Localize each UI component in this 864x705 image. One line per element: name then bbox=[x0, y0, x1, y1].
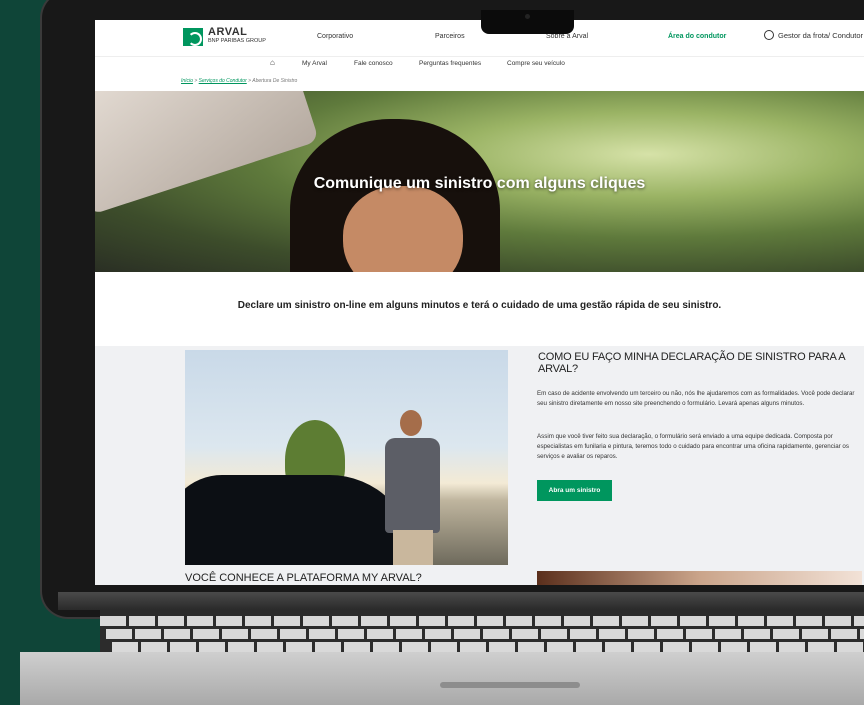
breadcrumb-current: Abertura De Sinistro bbox=[252, 78, 298, 84]
hero-woman-face bbox=[343, 186, 463, 272]
my-arval-title: VOCÊ CONHECE A PLATAFORMA MY ARVAL? bbox=[185, 572, 422, 584]
laptop-palmrest bbox=[20, 652, 864, 705]
bottom-image bbox=[537, 571, 862, 585]
nav-sobre-arval[interactable]: Sobre a Arval bbox=[546, 33, 588, 40]
laptop-screen: ARVAL BNP PARIBAS GROUP Corporativo Parc… bbox=[95, 20, 864, 585]
home-icon[interactable]: ⌂ bbox=[270, 58, 275, 67]
photo-car bbox=[185, 475, 415, 565]
nav-corporativo[interactable]: Corporativo bbox=[317, 33, 353, 40]
bnp-logo-icon bbox=[183, 28, 203, 46]
subnav-perguntas[interactable]: Perguntas frequentes bbox=[419, 60, 481, 67]
man-with-phone-photo bbox=[185, 350, 508, 565]
site-header: ARVAL BNP PARIBAS GROUP Corporativo Parc… bbox=[95, 20, 864, 57]
hero-banner: Comunique um sinistro com alguns cliques bbox=[95, 91, 864, 272]
subnav-fale-conosco[interactable]: Fale conosco bbox=[354, 60, 393, 67]
logo-brand: ARVAL bbox=[208, 26, 248, 38]
logo-sub: BNP PARIBAS GROUP bbox=[208, 38, 266, 44]
user-icon bbox=[764, 30, 774, 40]
user-menu[interactable]: Gestor da frota/ Condutor bbox=[764, 30, 863, 40]
photo-man-legs bbox=[393, 530, 433, 565]
logo-text: ARVAL BNP PARIBAS GROUP bbox=[208, 26, 266, 46]
intro-text: Declare um sinistro on-line em alguns mi… bbox=[237, 300, 722, 311]
photo-man-jacket bbox=[385, 438, 440, 533]
subnav-my-arval[interactable]: My Arval bbox=[302, 60, 327, 67]
arval-logo[interactable]: ARVAL BNP PARIBAS GROUP bbox=[183, 26, 266, 46]
laptop-lid-notch bbox=[440, 682, 580, 688]
hero-title: Comunique um sinistro com alguns cliques bbox=[313, 175, 646, 192]
subnav-compre-veiculo[interactable]: Compre seu veículo bbox=[507, 60, 565, 67]
nav-area-condutor[interactable]: Área do condutor bbox=[668, 33, 726, 40]
breadcrumb-home[interactable]: Início bbox=[181, 78, 193, 84]
laptop-keyboard bbox=[100, 610, 864, 652]
info-title: COMO EU FAÇO MINHA DECLARAÇÃO DE SINISTR… bbox=[538, 351, 845, 375]
laptop-hinge bbox=[58, 592, 864, 610]
breadcrumb: Início > Serviços do Condutor > Abertura… bbox=[181, 78, 297, 84]
key-row bbox=[100, 616, 864, 626]
photo-man bbox=[385, 410, 440, 565]
info-paragraph-2: Assim que você tiver feito sua declaraçã… bbox=[537, 433, 849, 460]
nav-parceiros[interactable]: Parceiros bbox=[435, 33, 465, 40]
camera-notch bbox=[481, 10, 574, 34]
open-claim-button[interactable]: Abra um sinistro bbox=[537, 480, 612, 501]
key-row bbox=[106, 629, 864, 639]
camera-icon bbox=[525, 14, 530, 19]
hero-car-image bbox=[95, 91, 320, 215]
user-menu-label: Gestor da frota/ Condutor bbox=[778, 30, 864, 40]
sub-navigation: ⌂ My Arval Fale conosco Perguntas freque… bbox=[95, 57, 864, 71]
photo-man-head bbox=[400, 410, 422, 436]
breadcrumb-service[interactable]: Serviços do Condutor bbox=[199, 78, 247, 84]
key-row bbox=[112, 642, 864, 652]
info-paragraph-1: Em caso de acidente envolvendo um tercei… bbox=[537, 390, 855, 407]
